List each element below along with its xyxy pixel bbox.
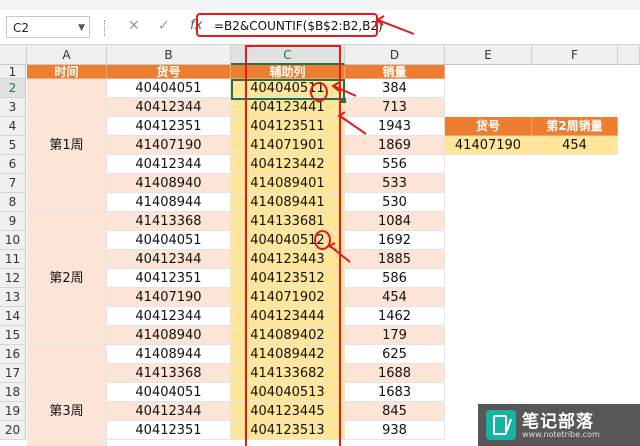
lookup-sales-value[interactable]: 454	[532, 136, 618, 155]
annotation-formula-box	[196, 13, 378, 37]
row-header[interactable]: 7	[0, 174, 26, 193]
row-header[interactable]: 2	[0, 79, 26, 98]
cancel-icon[interactable]: ✕	[128, 18, 140, 34]
column-header-a[interactable]: A	[27, 45, 107, 65]
item-cell[interactable]: 41407190	[107, 288, 231, 307]
row-header[interactable]: 8	[0, 193, 26, 212]
sales-cell[interactable]: 533	[345, 174, 445, 193]
item-cell[interactable]: 41408944	[107, 193, 231, 212]
watermark-url: www.notetribe.com	[522, 430, 600, 439]
week-3-cell[interactable]: 第3周	[27, 345, 107, 446]
sales-cell[interactable]: 938	[345, 421, 445, 440]
confirm-icon[interactable]: ✓	[158, 18, 170, 34]
watermark-overlay: 笔记部落 www.notetribe.com	[478, 404, 640, 446]
sales-cell[interactable]: 1688	[345, 364, 445, 383]
item-cell[interactable]: 40412351	[107, 117, 231, 136]
item-cell[interactable]: 41408940	[107, 174, 231, 193]
column-header-d[interactable]: D	[345, 45, 445, 65]
formula-bar-separator	[104, 20, 107, 36]
annotation-arrow-formula	[375, 15, 415, 35]
header-sales[interactable]: 销量	[345, 65, 445, 79]
row-header[interactable]: 6	[0, 155, 26, 174]
sales-cell[interactable]: 1885	[345, 250, 445, 269]
item-cell[interactable]: 40412344	[107, 98, 231, 117]
row-header[interactable]: 3	[0, 98, 26, 117]
watermark-title: 笔记部落	[522, 412, 594, 432]
row-header[interactable]: 9	[0, 212, 26, 231]
row-header[interactable]: 11	[0, 250, 26, 269]
week-1-cell[interactable]: 第1周	[27, 79, 107, 212]
row-header[interactable]: 10	[0, 231, 26, 250]
row-header[interactable]: 19	[0, 402, 26, 421]
row-header[interactable]: 20	[0, 421, 26, 440]
sales-cell[interactable]: 845	[345, 402, 445, 421]
week-2-cell[interactable]: 第2周	[27, 212, 107, 345]
row-header[interactable]: 17	[0, 364, 26, 383]
item-cell[interactable]: 40412351	[107, 269, 231, 288]
notebook-logo-icon	[486, 410, 516, 440]
lookup-header-item[interactable]: 货号	[445, 117, 532, 136]
lookup-item-value[interactable]: 41407190	[445, 136, 532, 155]
item-cell[interactable]: 41408940	[107, 326, 231, 345]
row-header[interactable]: 4	[0, 117, 26, 136]
sales-cell[interactable]: 1683	[345, 383, 445, 402]
sales-cell[interactable]: 586	[345, 269, 445, 288]
item-cell[interactable]: 40404051	[107, 383, 231, 402]
item-cell[interactable]: 40412351	[107, 421, 231, 440]
sales-cell[interactable]: 179	[345, 326, 445, 345]
sales-cell[interactable]: 556	[345, 155, 445, 174]
item-cell[interactable]: 40412344	[107, 307, 231, 326]
sales-cell[interactable]: 1084	[345, 212, 445, 231]
header-item[interactable]: 货号	[107, 65, 231, 79]
item-cell[interactable]: 41408944	[107, 345, 231, 364]
name-box-value: C2	[13, 21, 30, 35]
annotation-arrows-top	[331, 81, 367, 135]
row-header[interactable]: 14	[0, 307, 26, 326]
select-all-corner[interactable]	[0, 45, 27, 65]
row-header[interactable]: 18	[0, 383, 26, 402]
sales-cell[interactable]: 454	[345, 288, 445, 307]
sales-cell[interactable]: 625	[345, 345, 445, 364]
item-cell[interactable]: 41407190	[107, 136, 231, 155]
row-header[interactable]: 13	[0, 288, 26, 307]
item-cell[interactable]: 40412344	[107, 155, 231, 174]
sales-cell[interactable]: 530	[345, 193, 445, 212]
row-header[interactable]: 1	[0, 65, 26, 79]
item-cell[interactable]: 40412344	[107, 402, 231, 421]
annotation-circle-row2	[310, 82, 328, 102]
row-header[interactable]: 5	[0, 136, 26, 155]
item-cell[interactable]: 40404051	[107, 79, 231, 98]
name-box[interactable]: C2 ▼	[6, 16, 90, 38]
row-header[interactable]: 12	[0, 269, 26, 288]
annotation-arrow-row10	[326, 242, 351, 263]
header-time[interactable]: 时间	[27, 65, 107, 79]
item-cell[interactable]: 40404051	[107, 231, 231, 250]
sales-cell[interactable]: 1692	[345, 231, 445, 250]
column-header-b[interactable]: B	[107, 45, 231, 65]
column-header-f[interactable]: F	[532, 45, 618, 65]
item-cell[interactable]: 41413368	[107, 364, 231, 383]
row-header[interactable]: 15	[0, 326, 26, 345]
row-header[interactable]: 16	[0, 345, 26, 364]
item-cell[interactable]: 40412344	[107, 250, 231, 269]
item-cell[interactable]: 41413368	[107, 212, 231, 231]
sales-cell[interactable]: 1462	[345, 307, 445, 326]
lookup-header-sales[interactable]: 第2周销量	[532, 117, 618, 136]
column-header-e[interactable]: E	[445, 45, 532, 65]
chevron-down-icon[interactable]: ▼	[78, 17, 85, 39]
column-header-g[interactable]	[618, 45, 640, 65]
